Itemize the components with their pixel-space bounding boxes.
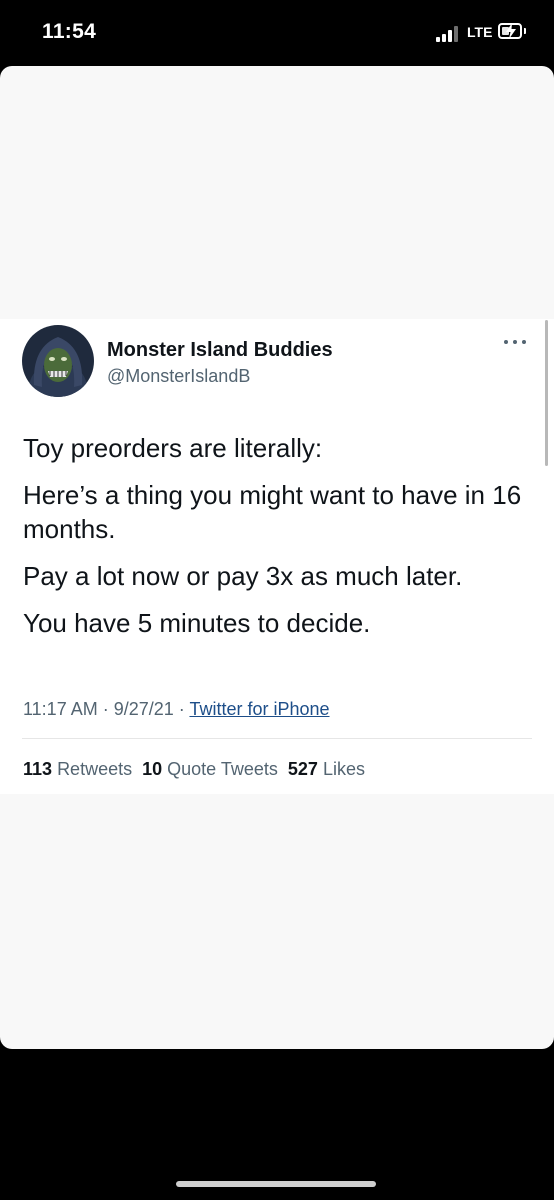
- user-handle[interactable]: @MonsterIslandB: [107, 366, 250, 387]
- quote-tweets-stat[interactable]: 10 Quote Tweets: [142, 759, 278, 779]
- status-bar: 11:54 LTE: [0, 0, 554, 66]
- retweets-count: 113: [23, 759, 53, 779]
- tweet-line: You have 5 minutes to decide.: [23, 608, 371, 638]
- tweet-meta: 11:17 AM · 9/27/21 · Twitter for iPhone: [23, 699, 330, 720]
- battery-charging-icon: [498, 23, 522, 39]
- meta-separator: ·: [97, 699, 114, 719]
- tweet-line: Pay a lot now or pay 3x as much later.: [23, 561, 463, 591]
- network-type: LTE: [467, 24, 493, 40]
- tweet-text: Toy preorders are literally: Here’s a th…: [23, 431, 543, 653]
- display-name[interactable]: Monster Island Buddies: [107, 339, 333, 362]
- tweet-date: 9/27/21: [113, 699, 174, 719]
- retweets-stat[interactable]: 113 Retweets: [23, 759, 132, 779]
- avatar[interactable]: [22, 325, 94, 397]
- meta-separator: ·: [173, 699, 190, 719]
- tweet-line: Here’s a thing you might want to have in…: [23, 480, 522, 544]
- tweet-line: Toy preorders are literally:: [23, 433, 323, 463]
- quote-tweets-label: Quote Tweets: [167, 759, 278, 779]
- likes-count: 527: [287, 759, 318, 779]
- retweets-label: Retweets: [57, 759, 133, 779]
- scrollbar[interactable]: [545, 320, 548, 466]
- cellular-signal-icon: [436, 26, 460, 42]
- battery-tip: [524, 28, 526, 34]
- more-options-icon[interactable]: [502, 335, 528, 349]
- likes-label: Likes: [322, 759, 365, 779]
- tweet-stats: 113 Retweets 10 Quote Tweets 527 Likes: [23, 759, 365, 780]
- tweet-sheet: Monster Island Buddies @MonsterIslandB T…: [0, 66, 554, 1049]
- tweet-source-link[interactable]: Twitter for iPhone: [189, 699, 329, 719]
- tweet-time: 11:17 AM: [23, 699, 98, 719]
- divider: [22, 738, 532, 739]
- home-indicator[interactable]: [176, 1181, 376, 1187]
- tweet-card[interactable]: Monster Island Buddies @MonsterIslandB T…: [0, 319, 554, 794]
- quote-tweets-count: 10: [142, 759, 163, 779]
- likes-stat[interactable]: 527 Likes: [288, 759, 365, 779]
- status-time: 11:54: [42, 20, 97, 43]
